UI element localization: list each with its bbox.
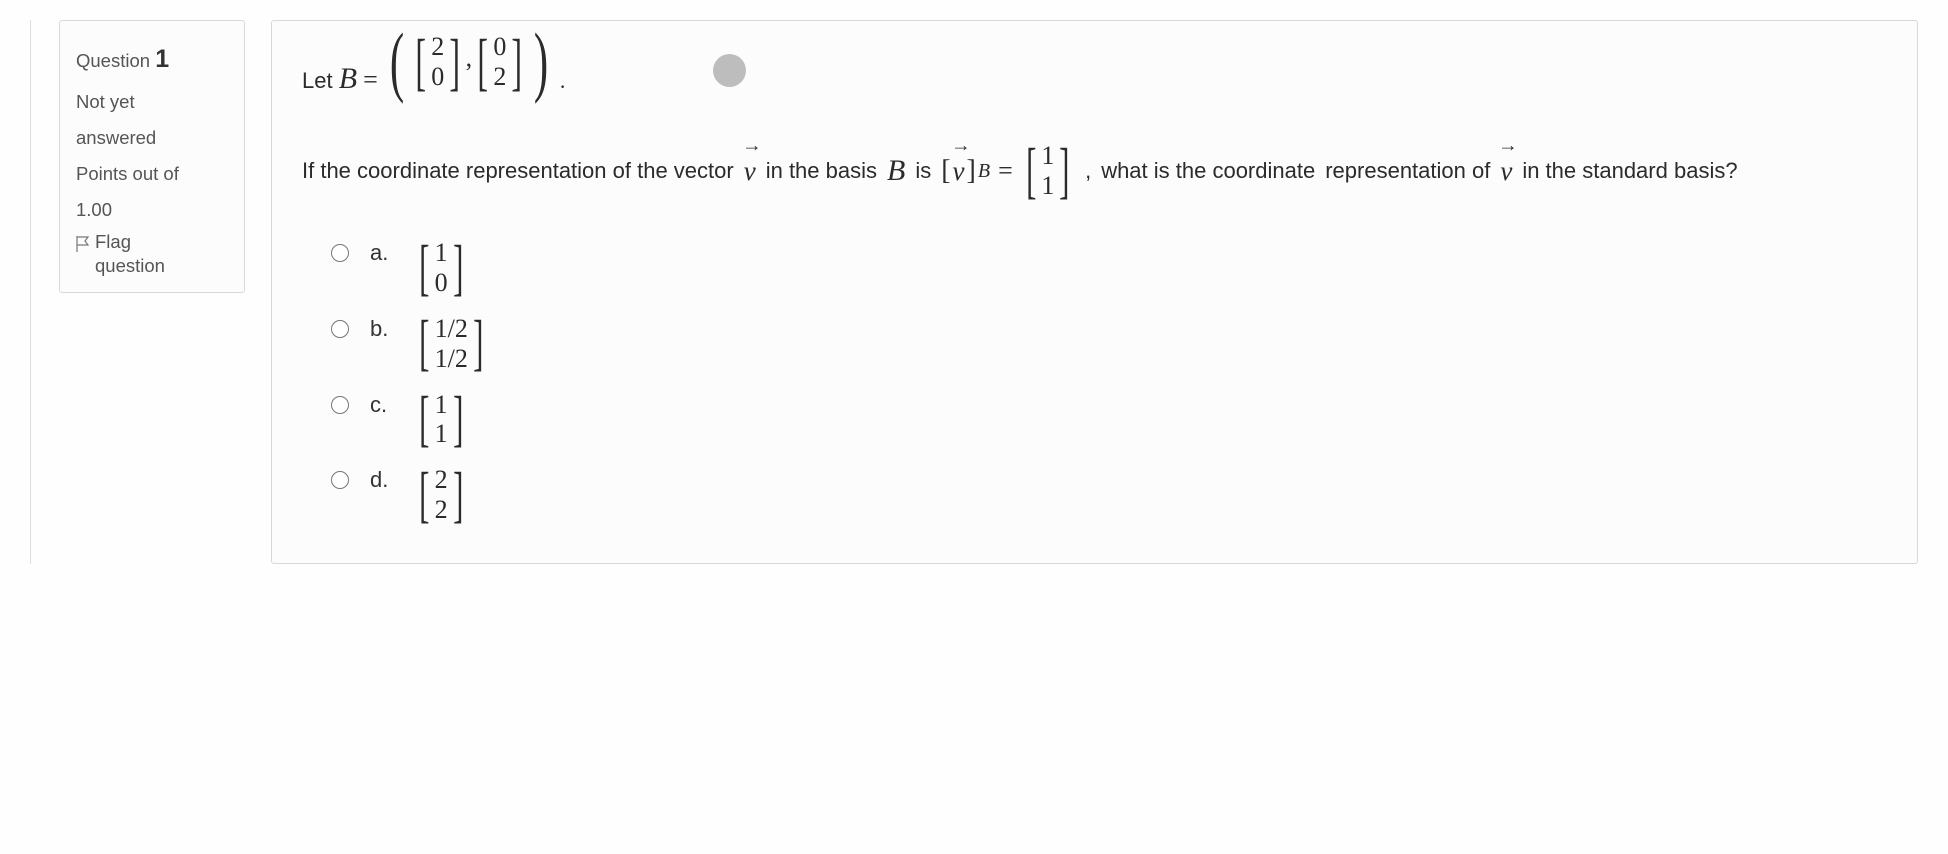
- answer-letter: a.: [370, 240, 396, 266]
- vector-v: v: [744, 136, 756, 206]
- radio-c[interactable]: [331, 396, 349, 414]
- question-number-value: 1: [155, 45, 169, 73]
- answer-letter: b.: [370, 316, 396, 342]
- answer-letter: c.: [370, 392, 396, 418]
- basis-tuple: ( [ 2 0 ] , [: [384, 31, 554, 94]
- coord-expression: [v]B = [ 1 1 ]: [941, 135, 1075, 208]
- basis-symbol: B: [339, 62, 357, 95]
- radio-a[interactable]: [331, 244, 349, 262]
- answer-option-a[interactable]: a. [ 10 ]: [326, 238, 1887, 298]
- answer-option-b[interactable]: b. [ 1/21/2 ]: [326, 314, 1887, 374]
- answer-option-d[interactable]: d. [ 22 ]: [326, 465, 1887, 525]
- flag-label: Flag question: [95, 230, 165, 278]
- coord-vector: [ 1 1 ]: [1021, 141, 1075, 201]
- answer-option-c[interactable]: c. [ 11 ]: [326, 390, 1887, 450]
- points-value: 1.00: [76, 199, 112, 220]
- question-info-panel: Question 1 Not yet answered Points out o…: [59, 20, 245, 293]
- status-indicator-icon: [713, 54, 746, 87]
- answer-letter: d.: [370, 467, 396, 493]
- basis-definition-line: Let B = ( [ 2 0 ] ,: [302, 31, 1887, 110]
- radio-d[interactable]: [331, 471, 349, 489]
- answer-vector-c: [ 11 ]: [414, 390, 468, 450]
- flag-question-link[interactable]: Flag question: [76, 230, 165, 278]
- answer-vector-d: [ 22 ]: [414, 465, 468, 525]
- question-content: Let B = ( [ 2 0 ] ,: [271, 20, 1918, 564]
- question-label: Question: [76, 50, 150, 71]
- question-prompt: If the coordinate representation of the …: [302, 132, 1887, 210]
- points-info: Points out of 1.00: [76, 156, 220, 228]
- question-number: Question 1: [76, 35, 220, 84]
- basis-vector-1: [ 2 0 ]: [410, 32, 466, 92]
- flag-icon: [76, 234, 90, 258]
- answer-vector-b: [ 1/21/2 ]: [414, 314, 489, 374]
- answer-options: a. [ 10 ] b. [ 1/21/2 ] c.: [326, 238, 1887, 525]
- radio-b[interactable]: [331, 320, 349, 338]
- question-container: Question 1 Not yet answered Points out o…: [30, 20, 1918, 564]
- basis-vector-2: [ 0 2 ]: [472, 32, 528, 92]
- question-text: Let B = ( [ 2 0 ] ,: [302, 31, 1887, 210]
- answer-vector-a: [ 10 ]: [414, 238, 468, 298]
- answer-status: Not yet answered: [76, 84, 220, 156]
